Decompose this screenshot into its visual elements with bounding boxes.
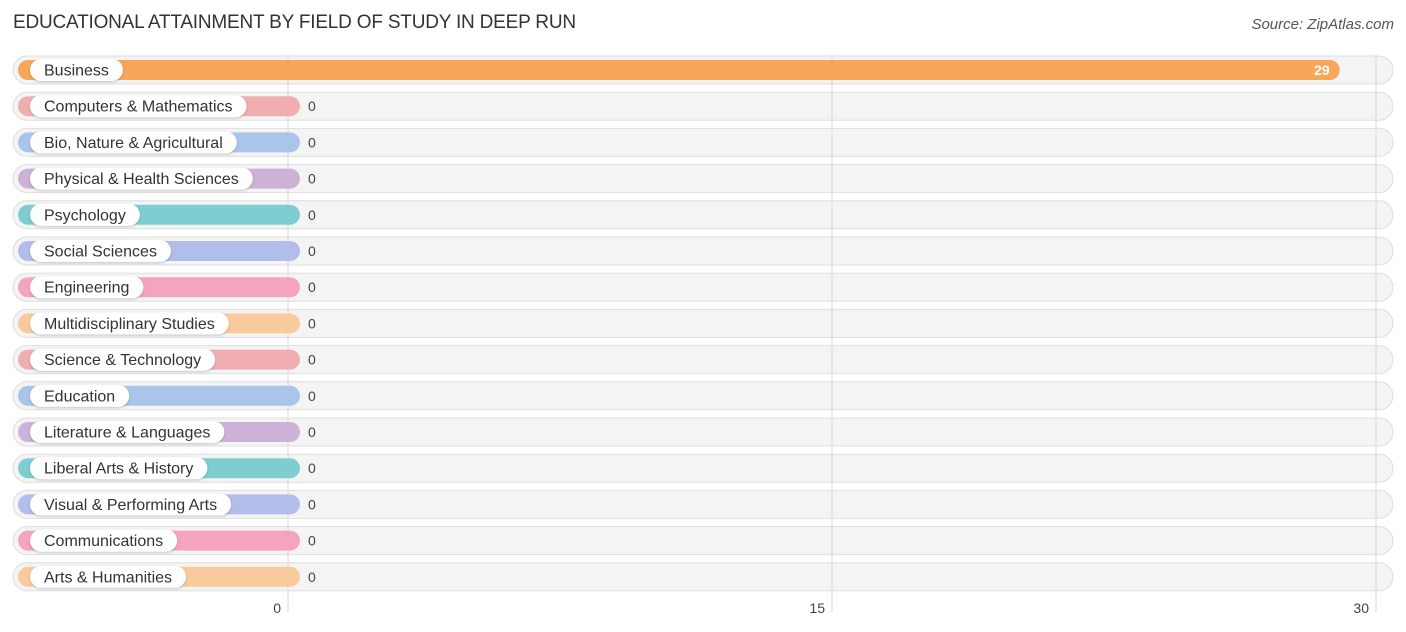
category-label: Bio, Nature & Agricultural [44,135,223,152]
value-label: 29 [1314,62,1330,78]
bar-row: Science & Technology 0 [18,348,316,371]
category-label: Social Sciences [44,244,157,261]
category-label: Science & Technology [44,352,201,369]
bar-row: Business 29 [18,59,1340,81]
category-label: Liberal Arts & History [44,461,193,478]
bar-row: Arts & Humanities 0 [18,565,316,588]
value-label: 0 [308,388,316,404]
category-label: Multidisciplinary Studies [44,316,215,333]
category-label: Education [44,388,115,405]
bar-row: Psychology 0 [18,203,316,226]
bar-row: Computers & Mathematics 0 [18,95,316,118]
x-tick-label: 15 [809,600,825,616]
value-label: 0 [308,533,316,549]
bar-row: Physical & Health Sciences 0 [18,167,316,190]
category-label: Literature & Languages [44,425,210,442]
bar-row: Liberal Arts & History 0 [18,457,316,480]
bar-row: Social Sciences 0 [18,240,316,262]
bar-row: Engineering 0 [18,276,316,299]
bar-row: Education 0 [18,384,316,407]
bar-chart: Business 29Computers & Mathematics 0Bio, N… [12,54,1394,616]
value-label: 0 [308,460,316,476]
value-label: 0 [308,496,316,512]
value-label: 0 [308,279,316,295]
bar-row: Visual & Performing Arts 0 [18,493,316,516]
value-label: 0 [308,352,316,368]
bar[interactable] [18,60,1340,80]
value-label: 0 [308,207,316,223]
value-label: 0 [308,98,316,114]
value-label: 0 [308,315,316,331]
category-label: Communications [44,533,163,550]
category-label: Arts & Humanities [44,569,172,586]
bar-row: Literature & Languages 0 [18,421,316,443]
category-label: Engineering [44,280,129,297]
bar-row: Multidisciplinary Studies 0 [18,312,316,335]
category-label: Visual & Performing Arts [44,497,217,514]
value-label: 0 [308,243,316,259]
value-label: 0 [308,171,316,187]
value-label: 0 [308,134,316,150]
x-tick-label: 30 [1353,600,1369,616]
x-tick-label: 0 [273,600,281,616]
bar-row: Bio, Nature & Agricultural 0 [18,131,316,154]
category-label: Physical & Health Sciences [44,171,239,188]
bar-row: Communications 0 [18,529,316,552]
value-label: 0 [308,569,316,585]
category-label: Psychology [44,207,126,224]
category-label: Computers & Mathematics [44,99,233,116]
value-label: 0 [308,424,316,440]
category-label: Business [44,63,109,80]
